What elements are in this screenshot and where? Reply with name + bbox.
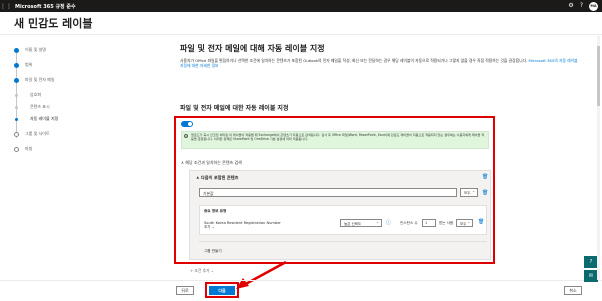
chevron-down-icon: ⌄ — [210, 268, 214, 273]
step-auto-labeling[interactable]: 자동 레이블 지정 — [8, 113, 138, 125]
auto-label-toggle[interactable] — [181, 121, 193, 127]
back-button[interactable]: 뒤로 — [176, 286, 194, 295]
group-name-value: 기본값 — [203, 190, 214, 196]
confidence-value: 높은 신뢰도 — [344, 221, 362, 226]
help-chat-icon[interactable]: ? — [584, 256, 598, 268]
step-finish[interactable]: 마침 — [8, 143, 138, 155]
divider — [199, 241, 487, 242]
app-launcher-icon[interactable]: ⋮⋮ — [0, 0, 12, 12]
arrow-line — [241, 260, 287, 288]
group-operator-select[interactable]: 모두 — [460, 188, 478, 197]
add-menu[interactable]: 추가 ⌄ — [204, 225, 215, 230]
sensitive-info-card: 중요 정보 유형 South Korea Resident Registrati… — [199, 205, 487, 235]
step-done-icon — [14, 47, 19, 53]
scrollbar[interactable] — [597, 36, 600, 280]
delete-info-type-icon[interactable]: 🗑 — [478, 219, 484, 225]
delete-icon[interactable]: 🗑 — [482, 190, 488, 196]
step-label: 콘텐츠 표시 — [30, 104, 50, 109]
group-name-input[interactable]: 기본값 — [199, 188, 457, 197]
section-description: 사용자가 Office 파일을 편집하거나 선택한 조건에 일치하는 콘텐츠가 … — [180, 58, 580, 69]
add-label: 추가 — [204, 225, 211, 229]
help-icon[interactable]: ? — [580, 1, 583, 11]
step-encryption[interactable]: 암호화 — [8, 89, 138, 101]
group-operator-value: 모두 — [464, 190, 471, 195]
conditions-section-label: 해당 조건과 일치하는 콘텐츠 검색 — [185, 160, 242, 165]
cancel-button[interactable]: 취소 — [564, 286, 582, 295]
page-title: 새 민감도 레이블 — [14, 17, 93, 30]
instance-to-label: 받는 사람 — [439, 221, 454, 225]
step-name[interactable]: 이름 및 설명 — [8, 44, 138, 56]
step-label: 파일 및 전자 메일 — [25, 77, 55, 82]
step-label: 이름 및 설명 — [25, 47, 46, 52]
group-title-text: 다음이 포함된 콘텐츠 — [200, 175, 239, 180]
add-condition-label: 조건 추가 — [194, 268, 210, 273]
description-text: 사용자가 Office 파일을 편집하거나 선택한 조건에 일치하는 콘텐츠가 … — [180, 58, 528, 63]
chevron-up-icon: ∧ — [181, 160, 184, 165]
step-todo-icon — [14, 131, 19, 137]
info-icon: i — [184, 133, 188, 138]
step-label: 자동 레이블 지정 — [30, 116, 59, 121]
step-scope[interactable]: 범위 — [8, 59, 138, 71]
chevron-down-icon: ⌄ — [211, 225, 215, 229]
delete-group-icon[interactable]: 🗑 — [482, 174, 488, 180]
avatar[interactable]: MA — [589, 1, 598, 11]
section-heading: 파일 및 전자 메일에 대해 자동 레이블 지정 — [180, 44, 325, 53]
substep-icon — [15, 93, 18, 97]
feedback-icon[interactable]: ✉ — [584, 270, 598, 282]
footer-divider — [0, 280, 602, 281]
create-group-button[interactable]: 그룹 만들기 — [204, 249, 222, 254]
step-done-icon — [14, 77, 19, 83]
step-label: 암호화 — [30, 92, 42, 97]
settings-icon[interactable]: ⚙ — [568, 1, 573, 11]
info-icon[interactable]: ⓘ — [386, 219, 391, 226]
instance-min-value: 1 — [425, 221, 428, 225]
step-label: 마침 — [25, 146, 33, 151]
card-title: 중요 정보 유형 — [204, 209, 227, 213]
info-type-name: South Korea Resident Registration Number — [204, 221, 281, 225]
substep-icon — [15, 105, 18, 109]
add-condition-button[interactable]: + 조건 추가 ⌄ — [190, 268, 214, 274]
step-label: 범위 — [25, 62, 33, 67]
condition-group: ∧ 다음이 포함된 콘텐츠 🗑 기본값 모두 🗑 중요 정보 유형 South … — [189, 170, 491, 260]
info-banner: i 업로드가 즉시 인코딩 처리된 이 레이블이 적용될 때 Exchange에… — [181, 131, 489, 149]
group-title: ∧ 다음이 포함된 콘텐츠 — [196, 175, 238, 181]
instance-max-value: 모두 — [460, 221, 467, 226]
toggle-knob — [188, 122, 192, 126]
scrollbar-thumb[interactable] — [597, 46, 600, 106]
instance-count-label: 인스턴스 수 — [400, 221, 418, 225]
top-bar: ⋮⋮ Microsoft 365 규정 준수 ⚙ ? MA — [0, 0, 602, 12]
instance-min-input[interactable]: 1 — [422, 219, 436, 227]
step-groups-sites[interactable]: 그룹 및 사이트 — [8, 128, 138, 140]
instance-max-select[interactable]: 모두 — [456, 219, 473, 227]
annotation-arrow — [236, 260, 287, 289]
header-divider — [0, 34, 602, 35]
conditions-section-toggle[interactable]: ∧ 해당 조건과 일치하는 콘텐츠 검색 — [181, 160, 242, 166]
wizard-steps: 이름 및 설명 범위 파일 및 전자 메일 암호화 콘텐츠 표시 자동 레이블 … — [8, 44, 138, 155]
info-text: 업로드가 즉시 인코딩 처리된 이 레이블이 적용될 때 Exchange에서 … — [191, 133, 485, 142]
step-done-icon — [14, 62, 19, 68]
step-todo-icon — [14, 146, 19, 152]
confidence-select[interactable]: 높은 신뢰도 — [340, 219, 382, 227]
step-files-email[interactable]: 파일 및 전자 메일 — [8, 74, 138, 86]
app-title: Microsoft 365 규정 준수 — [15, 3, 76, 10]
next-button[interactable]: 다음 — [209, 286, 235, 295]
step-content-marking[interactable]: 콘텐츠 표시 — [8, 101, 138, 113]
step-label: 그룹 및 사이트 — [25, 131, 50, 136]
substep-current-icon — [15, 117, 18, 121]
auto-label-subheading: 파일 및 전자 메일에 대한 자동 레이블 지정 — [180, 105, 289, 112]
